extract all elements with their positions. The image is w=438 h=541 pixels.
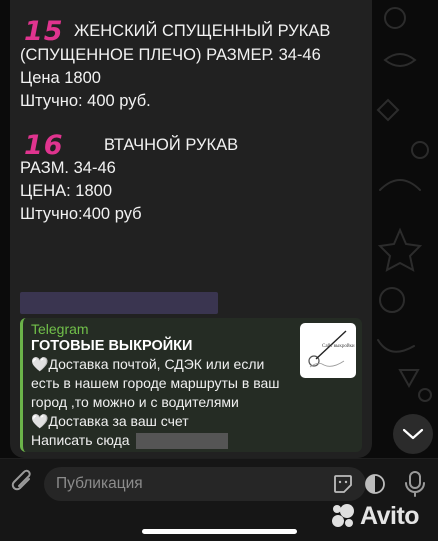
avito-logo-icon xyxy=(332,504,354,527)
preview-thumbnail: Сайт выкройки xyxy=(300,323,356,378)
message-block2-line3: ЦЕНА: 1800 xyxy=(20,182,113,200)
paperclip-icon[interactable] xyxy=(10,469,36,497)
preview-site-name: Telegram xyxy=(31,321,89,337)
preview-title: ГОТОВЫЕ ВЫКРОЙКИ xyxy=(31,338,193,354)
preview-desc-line2: есть в нашем городе маршруты в ваш xyxy=(31,375,280,391)
telegram-link-preview[interactable]: Telegram ГОТОВЫЕ ВЫКРОЙКИ 🤍Доставка почт… xyxy=(20,318,362,452)
number-15-sticker: 15 xyxy=(24,16,64,47)
message-composer: Публикация Avito xyxy=(0,458,438,541)
redacted-contact xyxy=(135,433,228,450)
preview-desc-line1: 🤍Доставка почтой, СДЭК или если xyxy=(31,356,265,372)
message-input[interactable]: Публикация xyxy=(44,467,385,501)
white-heart-icon: 🤍 xyxy=(31,356,49,372)
chevron-down-icon xyxy=(402,428,424,440)
preview-desc-line3: город ,то можно и с водителями xyxy=(31,394,239,410)
input-placeholder: Публикация xyxy=(56,475,143,492)
thumb-logo-text: Сайт выкройки xyxy=(322,344,355,349)
avito-brand-text: Avito xyxy=(360,501,420,530)
home-indicator xyxy=(142,529,297,534)
message-block1-line2: (СПУЩЕННОЕ ПЛЕЧО) РАЗМЕР. 34-46 xyxy=(20,46,321,64)
preview-desc-line4: 🤍Доставка за ваш счет xyxy=(31,413,189,429)
scroll-down-button[interactable] xyxy=(393,414,433,454)
message-block2-line1: ВТАЧНОЙ РУКАВ xyxy=(104,136,239,154)
message-block1-line4: Штучно: 400 руб. xyxy=(20,92,151,110)
message-block1-line3: Цена 1800 xyxy=(20,69,101,87)
emoji-icon[interactable] xyxy=(364,473,386,495)
microphone-icon[interactable] xyxy=(404,470,426,498)
sticker-icon[interactable] xyxy=(332,473,354,495)
sewing-needle-logo-icon: Сайт выкройки xyxy=(308,330,355,368)
message-block1-line1: ЖЕНСКИЙ СПУЩЕННЫЙ РУКАВ xyxy=(74,22,331,40)
avito-watermark: Avito xyxy=(330,501,420,531)
preview-desc-line5: Написать сюда xyxy=(31,431,301,450)
message-block2-line4: Штучно:400 руб xyxy=(20,205,142,223)
white-heart-icon: 🤍 xyxy=(31,413,49,429)
redacted-link[interactable] xyxy=(20,292,218,314)
message-block2-line2: РАЗМ. 34-46 xyxy=(20,159,116,177)
